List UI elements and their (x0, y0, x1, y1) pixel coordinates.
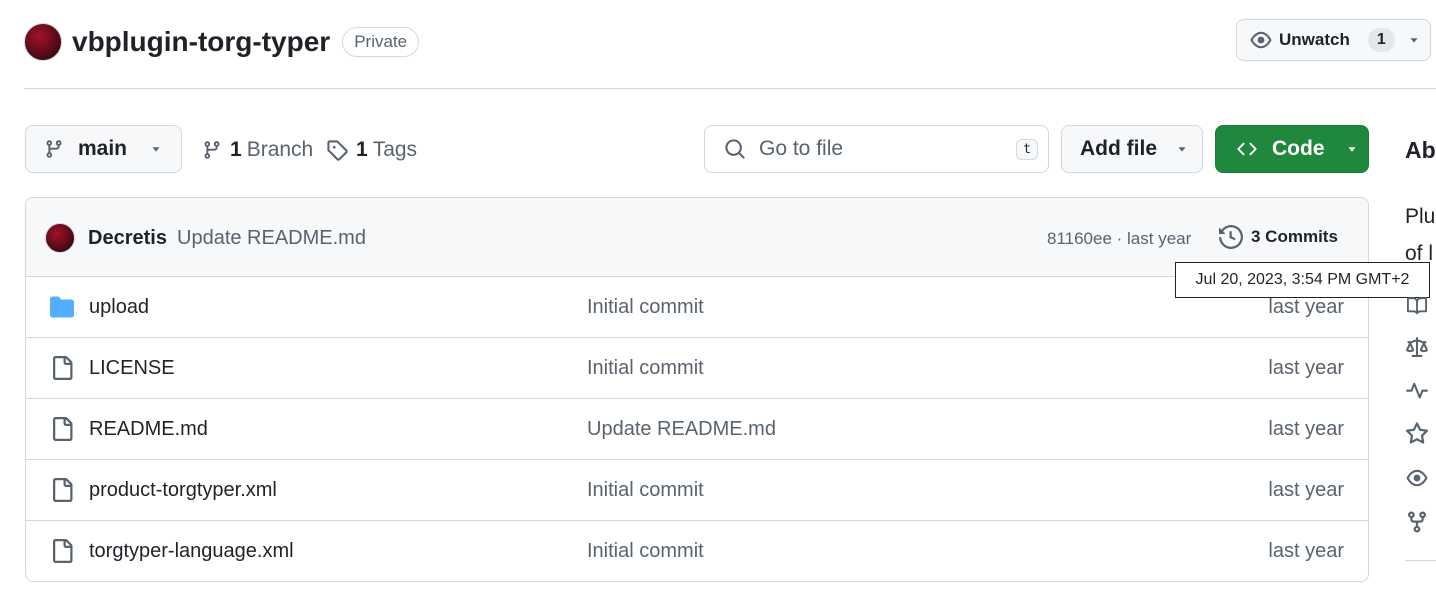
tags-label: Tags (372, 138, 418, 161)
file-date: last year (1268, 479, 1344, 501)
repo-header: vbplugin-torg-typer Private (24, 22, 420, 62)
history-icon (1219, 225, 1243, 249)
branches-count: 1 (230, 138, 242, 161)
branch-selector-button[interactable]: main (25, 125, 182, 173)
about-description: Plu of l (1405, 198, 1435, 272)
file-icon (49, 417, 75, 441)
file-name[interactable]: torgtyper-language.xml (89, 540, 294, 563)
chevron-down-icon (149, 142, 163, 156)
table-row[interactable]: LICENSE Initial commit last year (26, 338, 1368, 399)
file-table: Decretis Update README.md 81160ee · last… (25, 197, 1369, 582)
tag-icon (326, 139, 348, 161)
fork-icon[interactable] (1405, 510, 1429, 534)
git-branch-icon (202, 139, 222, 161)
file-icon (49, 539, 75, 563)
book-icon[interactable] (1405, 296, 1429, 316)
file-date: last year (1268, 418, 1344, 440)
file-commit-message[interactable]: Initial commit (587, 540, 704, 563)
owner-avatar[interactable] (24, 23, 62, 61)
file-date: last year (1268, 296, 1344, 318)
file-name[interactable]: product-torgtyper.xml (89, 479, 277, 502)
avatar[interactable] (45, 223, 75, 253)
commit-message[interactable]: Update README.md (177, 227, 366, 250)
code-button[interactable]: Code (1215, 125, 1369, 173)
branch-name: main (78, 137, 128, 160)
keyboard-shortcut-hint: t (1016, 139, 1038, 160)
file-name[interactable]: LICENSE (89, 357, 175, 380)
file-name[interactable]: README.md (89, 418, 208, 441)
commits-history-link[interactable]: 3 Commits (1219, 225, 1338, 249)
file-commit-message[interactable]: Initial commit (587, 479, 704, 502)
about-heading: Ab (1405, 137, 1436, 163)
latest-commit-row: Decretis Update README.md 81160ee · last… (26, 198, 1368, 277)
eye-icon (1250, 29, 1272, 51)
commit-author[interactable]: Decretis (88, 227, 167, 250)
table-row[interactable]: torgtyper-language.xml Initial commit la… (26, 521, 1368, 581)
file-date: last year (1268, 540, 1344, 562)
folder-icon (49, 295, 75, 319)
code-icon (1235, 139, 1259, 159)
branches-link[interactable]: 1 Branch (202, 136, 313, 164)
commits-count-label: 3 Commits (1251, 227, 1338, 246)
search-icon (724, 138, 746, 160)
chevron-down-icon (1407, 33, 1421, 47)
chevron-down-icon (1345, 142, 1359, 156)
header-divider (24, 88, 1436, 89)
go-to-file-input[interactable]: Go to file t (704, 125, 1049, 173)
file-icon (49, 356, 75, 380)
table-row[interactable]: upload Initial commit last year (26, 277, 1368, 338)
file-commit-message[interactable]: Initial commit (587, 296, 704, 319)
file-name[interactable]: upload (89, 296, 149, 319)
star-icon[interactable] (1405, 422, 1429, 446)
unwatch-button[interactable]: Unwatch 1 (1236, 19, 1431, 61)
file-commit-message[interactable]: Initial commit (587, 357, 704, 380)
file-icon (49, 478, 75, 502)
commit-date-tooltip: Jul 20, 2023, 3:54 PM GMT+2 (1175, 262, 1430, 298)
about-description-line: of l (1405, 242, 1434, 265)
git-branch-icon (44, 138, 64, 160)
watchers-count: 1 (1367, 28, 1395, 52)
branches-label: Branch (246, 138, 314, 161)
repo-name[interactable]: vbplugin-torg-typer (72, 26, 330, 58)
table-row[interactable]: README.md Update README.md last year (26, 399, 1368, 460)
pulse-icon[interactable] (1405, 380, 1429, 402)
tags-count: 1 (356, 138, 368, 161)
about-description-line: Plu (1405, 205, 1436, 228)
law-icon[interactable] (1405, 337, 1429, 359)
go-to-file-placeholder: Go to file (759, 137, 844, 160)
add-file-button[interactable]: Add file (1061, 125, 1203, 173)
commit-hash[interactable]: 81160ee · last year (1047, 229, 1191, 249)
tags-link[interactable]: 1 Tags (326, 136, 417, 164)
file-date: last year (1268, 357, 1344, 379)
add-file-label: Add file (1080, 137, 1157, 160)
chevron-down-icon (1175, 142, 1189, 156)
visibility-badge: Private (342, 27, 420, 57)
code-label: Code (1272, 137, 1325, 160)
sidebar-divider (1405, 560, 1436, 561)
file-commit-message[interactable]: Update README.md (587, 418, 776, 441)
table-row[interactable]: product-torgtyper.xml Initial commit las… (26, 460, 1368, 521)
eye-icon[interactable] (1405, 467, 1429, 489)
unwatch-label: Unwatch (1279, 30, 1350, 49)
